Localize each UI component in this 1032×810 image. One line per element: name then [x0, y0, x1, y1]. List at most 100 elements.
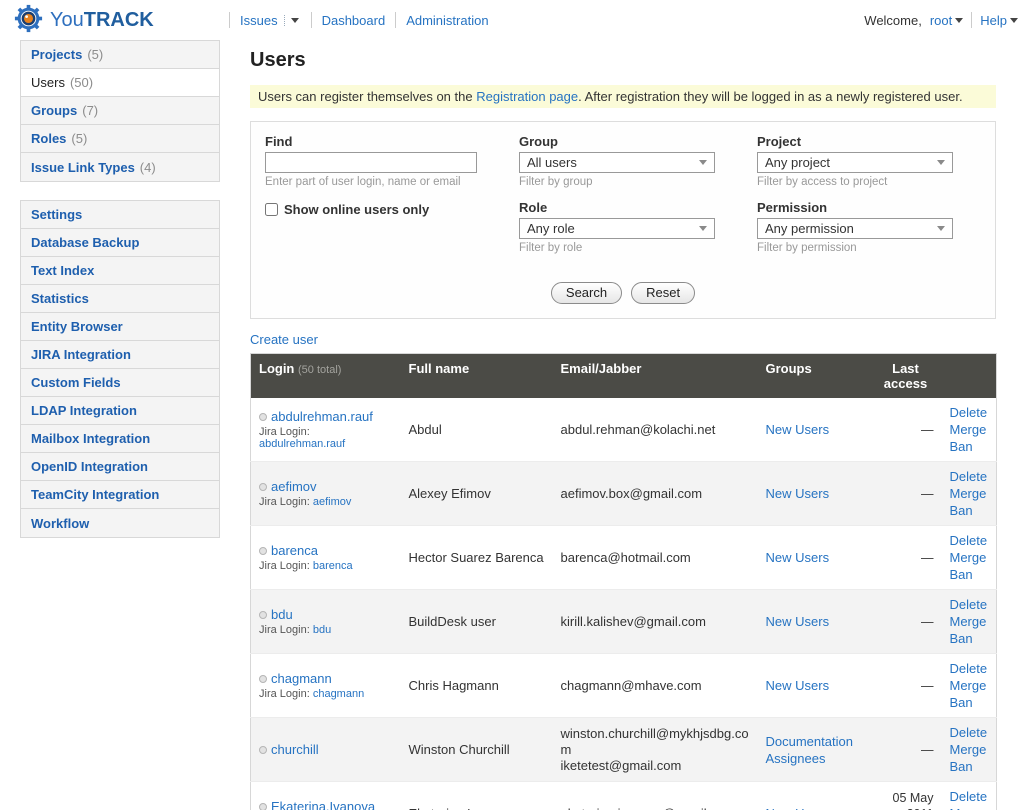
sidebar-item[interactable]: Statistics	[21, 285, 219, 313]
sidebar-item-label[interactable]: OpenID Integration	[31, 459, 148, 474]
nav-dashboard[interactable]: Dashboard	[322, 13, 386, 28]
nav-administration[interactable]: Administration	[406, 13, 488, 28]
user-menu[interactable]: root	[930, 13, 963, 28]
sidebar-item-label[interactable]: Text Index	[31, 263, 94, 278]
user-login-link[interactable]: bdu	[271, 607, 293, 622]
sidebar-item-label[interactable]: LDAP Integration	[31, 403, 137, 418]
delete-link[interactable]: Delete	[950, 468, 989, 485]
search-button[interactable]: Search	[551, 282, 622, 304]
sidebar-item[interactable]: Text Index	[21, 257, 219, 285]
group-link[interactable]: Documentation Assignees	[766, 733, 862, 767]
group-link[interactable]: New Users	[766, 549, 862, 566]
sidebar-item-label[interactable]: Groups	[31, 103, 77, 118]
sidebar-item[interactable]: Mailbox Integration	[21, 425, 219, 453]
sidebar-item-label[interactable]: Settings	[31, 207, 82, 222]
ban-link[interactable]: Ban	[950, 566, 989, 583]
sub-value-link[interactable]: bdu	[313, 624, 331, 636]
sidebar-item[interactable]: Roles (5)	[21, 125, 219, 153]
group-select[interactable]: All users	[519, 152, 715, 173]
sidebar-item[interactable]: Entity Browser	[21, 313, 219, 341]
sidebar-item[interactable]: JIRA Integration	[21, 341, 219, 369]
ban-link[interactable]: Ban	[950, 630, 989, 647]
sidebar-item[interactable]: Custom Fields	[21, 369, 219, 397]
user-login-link[interactable]: aefimov	[271, 479, 317, 494]
login-subline: Jira Login: bdu	[259, 624, 393, 636]
sidebar-item[interactable]: Projects (5)	[21, 41, 219, 69]
ban-link[interactable]: Ban	[950, 502, 989, 519]
sidebar-item-label[interactable]: Statistics	[31, 291, 89, 306]
sub-value-link[interactable]: aefimov	[313, 496, 352, 508]
last-access: 05 May 2011 17:02	[870, 782, 942, 810]
sidebar-item-label[interactable]: Entity Browser	[31, 319, 123, 334]
email-cell: kirill.kalishev@gmail.com	[553, 590, 758, 654]
ban-link[interactable]: Ban	[950, 694, 989, 711]
nav-issues[interactable]: Issues	[240, 13, 278, 28]
project-select[interactable]: Any project	[757, 152, 953, 173]
sidebar-item-label[interactable]: Issue Link Types	[31, 160, 135, 175]
delete-link[interactable]: Delete	[950, 660, 989, 677]
sidebar-item-label[interactable]: Custom Fields	[31, 375, 121, 390]
sidebar-item-label[interactable]: Workflow	[31, 516, 89, 531]
reset-button[interactable]: Reset	[631, 282, 695, 304]
groups-cell: New Users	[758, 398, 870, 462]
sub-value-link[interactable]: chagmann	[313, 688, 364, 700]
delete-link[interactable]: Delete	[950, 532, 989, 549]
ban-link[interactable]: Ban	[950, 438, 989, 455]
merge-link[interactable]: Merge	[950, 805, 989, 810]
create-user-link[interactable]: Create user	[250, 332, 318, 347]
table-row: Ekaterina.Ivanova OpenID: show Ekaterina…	[251, 782, 997, 810]
show-online-users-label: Show online users only	[284, 202, 429, 217]
merge-link[interactable]: Merge	[950, 677, 989, 694]
delete-link[interactable]: Delete	[950, 724, 989, 741]
sidebar-item[interactable]: Settings	[21, 201, 219, 229]
role-select[interactable]: Any role	[519, 218, 715, 239]
group-link[interactable]: New Users	[766, 421, 862, 438]
delete-link[interactable]: Delete	[950, 404, 989, 421]
find-input[interactable]	[265, 152, 477, 173]
help-menu[interactable]: Help	[980, 13, 1018, 28]
merge-link[interactable]: Merge	[950, 741, 989, 758]
merge-link[interactable]: Merge	[950, 613, 989, 630]
merge-link[interactable]: Merge	[950, 549, 989, 566]
sidebar-item-label[interactable]: Projects	[31, 47, 82, 62]
show-online-users-checkbox[interactable]	[265, 203, 278, 216]
sidebar-item-label[interactable]: Database Backup	[31, 235, 139, 250]
sidebar-item-label[interactable]: Mailbox Integration	[31, 431, 150, 446]
user-login-link[interactable]: abdulrehman.rauf	[271, 409, 373, 424]
sidebar-item-label[interactable]: Users	[31, 75, 65, 90]
group-link[interactable]: New Users	[766, 613, 862, 630]
issues-dropdown-toggle[interactable]	[284, 15, 301, 26]
sidebar-item[interactable]: LDAP Integration	[21, 397, 219, 425]
registration-page-link[interactable]: Registration page	[476, 89, 578, 104]
sub-value-link[interactable]: abdulrehman.rauf	[259, 438, 345, 450]
user-login-link[interactable]: Ekaterina.Ivanova	[271, 799, 375, 810]
top-right-area: Welcome, root Help	[864, 12, 1018, 28]
user-login-link[interactable]: churchill	[271, 742, 319, 757]
sidebar-item[interactable]: Users (50)	[21, 69, 219, 97]
sidebar-item[interactable]: Issue Link Types (4)	[21, 153, 219, 181]
youtrack-logo[interactable]: YouTRACK	[14, 4, 229, 36]
merge-link[interactable]: Merge	[950, 421, 989, 438]
delete-link[interactable]: Delete	[950, 788, 989, 805]
column-header-email: Email/Jabber	[553, 354, 758, 399]
sidebar-item-label[interactable]: JIRA Integration	[31, 347, 131, 362]
merge-link[interactable]: Merge	[950, 485, 989, 502]
ban-link[interactable]: Ban	[950, 758, 989, 775]
group-link[interactable]: New Users	[766, 805, 862, 810]
nav-divider	[971, 12, 972, 28]
sidebar-item[interactable]: Database Backup	[21, 229, 219, 257]
user-login-link[interactable]: chagmann	[271, 671, 332, 686]
sidebar-item-label[interactable]: Roles	[31, 131, 66, 146]
user-login-link[interactable]: barenca	[271, 543, 318, 558]
permission-select[interactable]: Any permission	[757, 218, 953, 239]
sidebar-item[interactable]: OpenID Integration	[21, 453, 219, 481]
delete-link[interactable]: Delete	[950, 596, 989, 613]
sidebar-item[interactable]: Groups (7)	[21, 97, 219, 125]
group-link[interactable]: New Users	[766, 485, 862, 502]
sub-value-link[interactable]: barenca	[313, 560, 353, 572]
group-link[interactable]: New Users	[766, 677, 862, 694]
last-access: —	[870, 526, 942, 590]
sidebar-item-label[interactable]: TeamCity Integration	[31, 487, 159, 502]
sidebar-item[interactable]: Workflow	[21, 509, 219, 537]
sidebar-item[interactable]: TeamCity Integration	[21, 481, 219, 509]
